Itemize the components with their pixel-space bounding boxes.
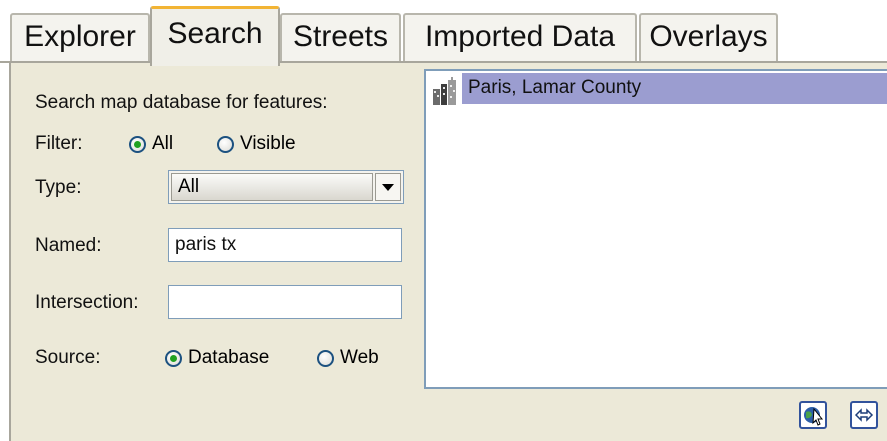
type-select-value: All bbox=[171, 173, 373, 201]
radio-unselected-icon bbox=[217, 135, 234, 153]
search-panel: Search map database for features: Filter… bbox=[9, 63, 887, 441]
named-input[interactable] bbox=[168, 228, 402, 262]
results-list[interactable]: Paris, Lamar County bbox=[424, 69, 887, 389]
globe-cursor-icon[interactable] bbox=[799, 401, 827, 429]
result-label: Paris, Lamar County bbox=[462, 73, 887, 104]
tab-imported-data[interactable]: Imported Data bbox=[403, 13, 637, 61]
tab-explorer[interactable]: Explorer bbox=[10, 13, 150, 61]
go-to-result-icon[interactable] bbox=[850, 401, 878, 429]
filter-label: Filter: bbox=[35, 133, 83, 154]
tab-bar: Explorer Search Streets Imported Data Ov… bbox=[0, 0, 887, 66]
city-buildings-icon bbox=[428, 72, 462, 105]
tab-streets[interactable]: Streets bbox=[280, 13, 401, 61]
intersection-input[interactable] bbox=[168, 285, 402, 319]
list-item[interactable]: Paris, Lamar County bbox=[428, 72, 887, 105]
radio-selected-icon bbox=[165, 349, 182, 367]
tab-overlays[interactable]: Overlays bbox=[639, 13, 778, 61]
filter-all-label: All bbox=[152, 133, 174, 154]
named-label: Named: bbox=[35, 235, 102, 256]
source-database-radio[interactable]: Database bbox=[165, 347, 269, 369]
filter-all-radio[interactable]: All bbox=[129, 133, 173, 155]
radio-unselected-icon bbox=[317, 349, 334, 367]
search-heading: Search map database for features: bbox=[35, 92, 328, 113]
type-select[interactable]: All bbox=[168, 170, 404, 204]
source-web-label: Web bbox=[340, 347, 379, 368]
source-database-label: Database bbox=[188, 347, 270, 368]
source-label: Source: bbox=[35, 347, 101, 368]
tab-divider bbox=[0, 61, 887, 63]
chevron-down-icon[interactable] bbox=[375, 173, 401, 201]
tab-search[interactable]: Search bbox=[150, 6, 280, 66]
source-web-radio[interactable]: Web bbox=[317, 347, 379, 369]
filter-visible-radio[interactable]: Visible bbox=[217, 133, 296, 155]
intersection-label: Intersection: bbox=[35, 292, 139, 313]
filter-visible-label: Visible bbox=[240, 133, 296, 154]
type-label: Type: bbox=[35, 177, 82, 198]
radio-selected-icon bbox=[129, 135, 146, 153]
